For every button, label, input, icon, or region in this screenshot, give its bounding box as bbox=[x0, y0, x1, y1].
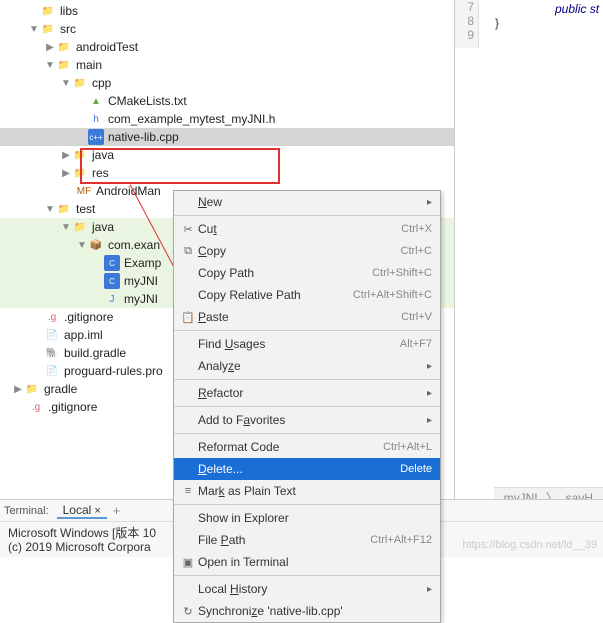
context-menu: New▸ ✂CutCtrl+X ⧉CopyCtrl+C Copy PathCtr… bbox=[173, 190, 441, 623]
menu-add-favorites[interactable]: Add to Favorites▸ bbox=[174, 409, 440, 431]
iml-icon: 📄 bbox=[44, 327, 60, 343]
code-line: } bbox=[495, 16, 603, 30]
folder-icon: 📁 bbox=[72, 147, 88, 163]
tree-item-res[interactable]: ▶📁res bbox=[0, 164, 454, 182]
manifest-icon: MF bbox=[76, 183, 92, 199]
tree-item-cmakelists[interactable]: ▲CMakeLists.txt bbox=[0, 92, 454, 110]
menu-copy[interactable]: ⧉CopyCtrl+C bbox=[174, 240, 440, 262]
terminal-icon: ▣ bbox=[178, 556, 198, 569]
folder-icon: 📁 bbox=[56, 57, 72, 73]
gitignore-icon: .g bbox=[28, 399, 44, 415]
folder-icon: 📁 bbox=[72, 165, 88, 181]
menu-file-path[interactable]: File PathCtrl+Alt+F12 bbox=[174, 529, 440, 551]
menu-delete[interactable]: Delete...Delete bbox=[174, 458, 440, 480]
paste-icon: 📋 bbox=[178, 311, 198, 324]
proguard-icon: 📄 bbox=[44, 363, 60, 379]
header-file-icon: h bbox=[88, 111, 104, 127]
code-line: public st bbox=[495, 2, 603, 16]
line-number: 8 bbox=[455, 14, 474, 28]
terminal-label: Terminal: bbox=[4, 505, 49, 517]
package-icon: 📦 bbox=[88, 237, 104, 253]
menu-cut[interactable]: ✂CutCtrl+X bbox=[174, 218, 440, 240]
line-number: 7 bbox=[455, 0, 474, 14]
menu-new[interactable]: New▸ bbox=[174, 191, 440, 213]
tree-item-androidtest[interactable]: ▶📁androidTest bbox=[0, 38, 454, 56]
folder-icon: 📁 bbox=[56, 201, 72, 217]
folder-icon: 📁 bbox=[72, 75, 88, 91]
tree-item-native-lib[interactable]: c++native-lib.cpp bbox=[0, 128, 454, 146]
terminal-tab-local[interactable]: Local × bbox=[57, 503, 107, 519]
gradle-icon: 🐘 bbox=[44, 345, 60, 361]
folder-icon: 📁 bbox=[40, 21, 56, 37]
terminal-add-tab[interactable]: + bbox=[113, 503, 121, 518]
gitignore-icon: .g bbox=[44, 309, 60, 325]
menu-analyze[interactable]: Analyze▸ bbox=[174, 355, 440, 377]
line-number: 9 bbox=[455, 28, 474, 42]
tree-item-main[interactable]: ▼📁main bbox=[0, 56, 454, 74]
folder-icon: 📁 bbox=[24, 381, 40, 397]
class-icon: C bbox=[104, 273, 120, 289]
cut-icon: ✂ bbox=[178, 223, 198, 236]
cmake-icon: ▲ bbox=[88, 93, 104, 109]
java-file-icon: J bbox=[104, 291, 120, 307]
menu-paste[interactable]: 📋PasteCtrl+V bbox=[174, 306, 440, 328]
folder-icon: 📁 bbox=[56, 39, 72, 55]
cpp-file-icon: c++ bbox=[88, 129, 104, 145]
sync-icon: ↻ bbox=[178, 605, 198, 618]
class-icon: C bbox=[104, 255, 120, 271]
editor-gutter: 7 8 9 bbox=[455, 0, 479, 48]
copy-icon: ⧉ bbox=[178, 245, 198, 258]
menu-reformat[interactable]: Reformat CodeCtrl+Alt+L bbox=[174, 436, 440, 458]
menu-local-history[interactable]: Local History▸ bbox=[174, 578, 440, 600]
tree-item-libs[interactable]: 📁libs bbox=[0, 2, 454, 20]
folder-icon: 📁 bbox=[40, 3, 56, 19]
menu-synchronize[interactable]: ↻Synchronize 'native-lib.cpp' bbox=[174, 600, 440, 622]
tree-item-cpp[interactable]: ▼📁cpp bbox=[0, 74, 454, 92]
menu-copy-relative-path[interactable]: Copy Relative PathCtrl+Alt+Shift+C bbox=[174, 284, 440, 306]
menu-mark-plain[interactable]: ≡Mark as Plain Text bbox=[174, 480, 440, 502]
tree-item-src[interactable]: ▼📁src bbox=[0, 20, 454, 38]
text-icon: ≡ bbox=[178, 485, 198, 497]
editor-panel: 7 8 9 public st } bbox=[455, 0, 603, 557]
menu-show-explorer[interactable]: Show in Explorer bbox=[174, 507, 440, 529]
menu-refactor[interactable]: Refactor▸ bbox=[174, 382, 440, 404]
tree-item-java[interactable]: ▶📁java bbox=[0, 146, 454, 164]
tree-item-jni-header[interactable]: hcom_example_mytest_myJNI.h bbox=[0, 110, 454, 128]
watermark: https://blog.csdn.net/ld__39 bbox=[462, 539, 597, 551]
folder-icon: 📁 bbox=[72, 219, 88, 235]
menu-copy-path[interactable]: Copy PathCtrl+Shift+C bbox=[174, 262, 440, 284]
menu-open-terminal[interactable]: ▣Open in Terminal bbox=[174, 551, 440, 573]
menu-find-usages[interactable]: Find UsagesAlt+F7 bbox=[174, 333, 440, 355]
